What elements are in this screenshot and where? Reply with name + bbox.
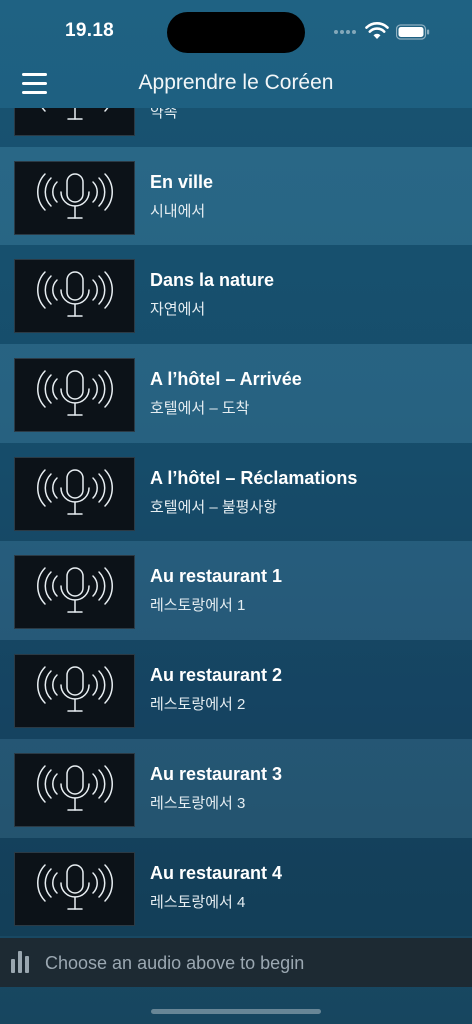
lesson-title: Au restaurant 4 xyxy=(150,862,283,883)
lesson-thumbnail xyxy=(14,108,135,136)
lesson-thumbnail xyxy=(14,456,135,531)
lesson-list[interactable]: 약속 En ville 시내에서 Dans la nature 자연에서 A l… xyxy=(0,108,472,938)
lesson-thumbnail xyxy=(14,555,135,630)
microphone-broadcast-icon xyxy=(37,172,113,219)
lesson-row[interactable]: A l’hôtel – Arrivée 호텔에서 – 도착 xyxy=(0,344,472,443)
wifi-icon xyxy=(365,22,389,39)
microphone-broadcast-icon xyxy=(37,765,113,811)
lesson-thumbnail xyxy=(14,654,135,729)
lesson-subtitle: 호텔에서 – 도착 xyxy=(150,400,250,418)
lesson-title: Au restaurant 2 xyxy=(150,665,283,686)
lesson-title: En ville xyxy=(150,171,214,192)
lesson-row[interactable]: En ville 시내에서 xyxy=(0,146,472,246)
lesson-subtitle: 자연에서 xyxy=(150,301,206,319)
player-status-text: Choose an audio above to begin xyxy=(45,953,305,973)
lesson-title: A l’hôtel – Arrivée xyxy=(150,369,302,390)
home-indicator[interactable] xyxy=(151,1009,321,1014)
lesson-thumbnail xyxy=(14,259,135,334)
lesson-subtitle: 호텔에서 – 불평사항 xyxy=(150,498,278,516)
lesson-subtitle: 약속 xyxy=(150,108,178,121)
lesson-row[interactable]: Dans la nature 자연에서 xyxy=(0,245,472,345)
page-title: Apprendre le Coréen xyxy=(138,71,334,94)
status-bar: 19.18 xyxy=(0,0,472,62)
microphone-broadcast-icon xyxy=(41,108,109,120)
lesson-row[interactable]: Au restaurant 3 레스토랑에서 3 xyxy=(0,738,472,838)
lesson-row[interactable]: Au restaurant 4 레스토랑에서 4 xyxy=(0,837,472,937)
lesson-title: Au restaurant 3 xyxy=(150,763,283,784)
lesson-thumbnail xyxy=(14,851,135,926)
audio-player-bar[interactable]: Choose an audio above to begin xyxy=(0,938,472,987)
lesson-subtitle: 시내에서 xyxy=(150,202,206,220)
lesson-subtitle: 레스토랑에서 4 xyxy=(150,893,246,911)
navigation-bar: Apprendre le Coréen xyxy=(0,62,472,108)
lesson-title: A l’hôtel – Réclamations xyxy=(150,467,358,488)
dynamic-island xyxy=(167,12,305,53)
lesson-subtitle: 레스토랑에서 3 xyxy=(150,794,246,812)
lesson-row[interactable]: Au restaurant 2 레스토랑에서 2 xyxy=(0,640,472,739)
equalizer-icon xyxy=(11,951,35,973)
microphone-broadcast-icon xyxy=(37,370,113,416)
lesson-row[interactable]: A l’hôtel – Réclamations 호텔에서 – 불평사항 xyxy=(0,442,472,542)
microphone-broadcast-icon xyxy=(37,666,113,712)
lesson-row[interactable]: 약속 xyxy=(0,108,472,147)
battery-icon xyxy=(396,24,430,40)
microphone-broadcast-icon xyxy=(37,469,113,515)
status-time: 19.18 xyxy=(65,20,115,41)
lesson-thumbnail xyxy=(14,160,135,235)
lesson-subtitle: 레스토랑에서 2 xyxy=(150,696,246,714)
microphone-broadcast-icon xyxy=(37,271,113,318)
cellular-signal-icon xyxy=(334,28,360,34)
lesson-title: Au restaurant 1 xyxy=(150,566,283,587)
lesson-thumbnail xyxy=(14,358,135,433)
lesson-title: Dans la nature xyxy=(150,270,275,291)
lesson-subtitle: 레스토랑에서 1 xyxy=(150,597,246,615)
microphone-broadcast-icon xyxy=(37,863,113,910)
microphone-broadcast-icon xyxy=(37,567,113,614)
lesson-row[interactable]: Au restaurant 1 레스토랑에서 1 xyxy=(0,541,472,641)
lesson-thumbnail xyxy=(14,752,135,827)
